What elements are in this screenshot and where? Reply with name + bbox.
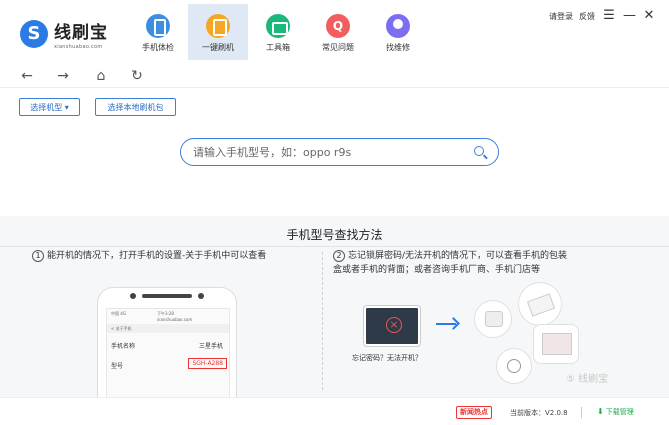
phone-camera <box>130 293 136 299</box>
phone-speaker <box>142 294 192 298</box>
guide-column-divider <box>322 252 323 390</box>
package-box-circle <box>518 282 562 326</box>
feedback-link[interactable]: 反馈 <box>579 11 595 22</box>
phone-model-value: SGH-A288 <box>188 358 227 369</box>
model-search-input[interactable] <box>193 143 463 161</box>
app-window: 线刷宝 xianshuabao.com 手机体检 一键刷机 工具箱 常见问题 <box>0 0 669 425</box>
tab-label: 手机体检 <box>142 43 174 52</box>
main-tabs: 手机体检 一键刷机 工具箱 常见问题 找维修 <box>128 4 428 60</box>
tab-label: 找维修 <box>386 43 410 52</box>
store-icon <box>542 333 572 355</box>
back-of-phone-circle <box>474 300 512 338</box>
menu-icon[interactable]: ☰ <box>603 9 615 22</box>
phone-name-row: 手机名称 三星手机 <box>111 341 227 350</box>
phone-model-row: 型号 SGH-A288 <box>111 358 227 370</box>
phone-illustration: 中国 4G 下午3:28 xianshuabao.com < 关于手机 手机名称… <box>97 287 237 403</box>
tab-toolbox[interactable]: 工具箱 <box>248 4 308 60</box>
locked-phone-caption: 忘记密码？无法开机？ <box>352 354 422 362</box>
news-hot-button[interactable]: 新闻热点 <box>456 406 492 419</box>
navigation-bar: ← → ⌂ ↻ <box>0 64 669 88</box>
tab-phone-check[interactable]: 手机体检 <box>128 4 188 60</box>
phone-back-icon <box>485 311 503 327</box>
phone-sensor <box>198 293 204 299</box>
phone-name-label: 手机名称 <box>111 343 136 350</box>
app-name: 线刷宝 <box>54 23 108 43</box>
step-number: 1 <box>32 250 44 262</box>
watermark: ⑤ 线刷宝 <box>566 374 609 385</box>
toolbox-icon <box>266 14 290 38</box>
tab-label: 工具箱 <box>266 43 290 52</box>
window-controls: 请登录 反馈 ☰ — ✕ <box>543 9 655 22</box>
tab-label: 常见问题 <box>322 43 354 52</box>
status-separator <box>581 407 582 418</box>
search-box <box>180 138 499 166</box>
phone-store-circle <box>533 324 579 364</box>
one-click-flash-icon <box>206 14 230 38</box>
phone-check-icon <box>146 14 170 38</box>
login-link[interactable]: 请登录 <box>549 11 573 22</box>
download-icon: ⬇ <box>597 407 604 416</box>
download-manager-link[interactable]: ⬇ 下载管理 <box>597 407 634 417</box>
repair-icon <box>386 14 410 38</box>
phone-name-value: 三星手机 <box>198 343 223 350</box>
tab-find-repair[interactable]: 找维修 <box>368 4 428 60</box>
guide-title: 手机型号查找方法 <box>286 228 383 242</box>
phone-screen-header: < 关于手机 <box>107 324 229 333</box>
phone-model-label: 型号 <box>111 363 124 370</box>
logo-icon <box>20 20 48 48</box>
step-text: 能开机的情况下，打开手机的设置-关于手机中可以查看 <box>47 251 267 261</box>
step-number: 2 <box>333 250 345 262</box>
back-arrow-icon[interactable]: ← <box>18 68 36 84</box>
locked-phone-illustration <box>364 306 420 346</box>
tab-label: 一键刷机 <box>202 43 234 52</box>
search-icon[interactable] <box>474 146 484 156</box>
close-icon[interactable]: ✕ <box>643 9 655 22</box>
app-domain: xianshuabao.com <box>54 44 103 50</box>
phone-screen: 中国 4G 下午3:28 xianshuabao.com < 关于手机 手机名称… <box>106 308 230 403</box>
status-bar: 新闻热点 当前版本：V2.0.8 ⬇ 下载管理 <box>0 397 669 425</box>
tab-faq[interactable]: 常见问题 <box>308 4 368 60</box>
right-arrow-icon <box>436 323 456 325</box>
guide-step-2: 2 忘记锁屏密码/无法开机的情况下，可以查看手机的包装 盒或者手机的背面；或者咨询… <box>333 249 623 277</box>
forward-arrow-icon[interactable]: → <box>54 68 72 84</box>
package-box-icon <box>526 293 556 317</box>
step-text: 忘记锁屏密码/无法开机的情况下，可以查看手机的包装 <box>348 251 568 261</box>
minimize-icon[interactable]: — <box>623 9 636 22</box>
guide-divider <box>0 246 669 247</box>
phone-url: xianshuabao.com <box>157 317 193 322</box>
home-icon[interactable]: ⌂ <box>92 68 110 84</box>
version-label: 当前版本：V2.0.8 <box>510 409 568 417</box>
step-text-continued: 盒或者手机的背面；或者咨询手机厂商、手机门店等 <box>333 265 541 275</box>
download-label: 下载管理 <box>605 408 634 416</box>
tab-one-click-flash[interactable]: 一键刷机 <box>188 4 248 60</box>
refresh-icon[interactable]: ↻ <box>128 68 146 84</box>
manufacturer-circle <box>496 348 532 384</box>
faq-icon <box>326 14 350 38</box>
person-icon <box>507 359 521 373</box>
logo-text: 线刷宝 xianshuabao.com <box>54 18 108 50</box>
phone-status: 中国 4G <box>111 311 126 316</box>
title-bar: 线刷宝 xianshuabao.com 手机体检 一键刷机 工具箱 常见问题 <box>0 0 669 62</box>
select-model-button[interactable]: 选择机型 ▾ <box>19 98 80 116</box>
app-logo: 线刷宝 xianshuabao.com <box>20 18 108 50</box>
select-local-rom-button[interactable]: 选择本地刷机包 <box>95 98 176 116</box>
guide-step-1: 1 能开机的情况下，打开手机的设置-关于手机中可以查看 <box>32 249 317 263</box>
